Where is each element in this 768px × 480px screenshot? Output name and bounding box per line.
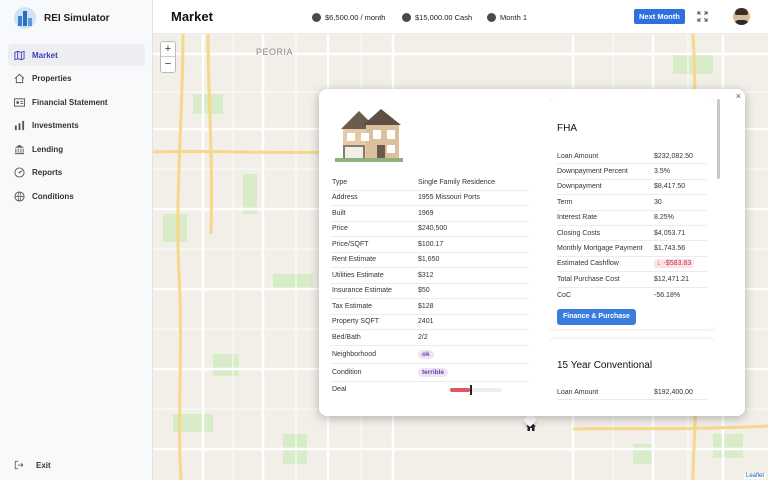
bank-icon [14, 144, 25, 154]
dollar-coin-icon [402, 13, 411, 22]
table-row: Utilities Estimate $312 [330, 268, 529, 284]
sidebar-item-lending[interactable]: Lending [8, 138, 145, 160]
table-row: Built 1969 [330, 206, 529, 222]
map-icon [14, 50, 25, 60]
financing-title: 15 Year Conventional [557, 360, 653, 371]
globe-icon [14, 190, 25, 202]
top-header: Market $6,500.00 / month $15,000.00 Cash… [153, 0, 768, 34]
sidebar-item-investments[interactable]: Investments [8, 115, 145, 137]
table-row: Tax Estimate $128 [330, 299, 529, 315]
deal-meter-fill [450, 387, 470, 392]
table-row: Type Single Family Residence [330, 175, 529, 191]
zoom-out-button[interactable]: − [161, 57, 175, 72]
sidebar-item-label: Market [32, 50, 58, 60]
current-month: Month 1 [487, 13, 527, 22]
sidebar-item-reports[interactable]: Reports [8, 162, 145, 184]
brand[interactable]: REI Simulator [14, 7, 110, 29]
sidebar-item-label: Lending [32, 144, 64, 154]
table-row: Downpayment Percent 3.5% [557, 164, 707, 180]
table-row: Monthly Mortgage Payment $1,743.56 [557, 241, 707, 257]
deal-meter [450, 384, 502, 395]
sidebar-nav: Market Properties Financial Statement In… [8, 44, 145, 209]
table-row: Interest Rate 8.25% [557, 211, 707, 226]
table-row: Loan Amount $192,400.00 [557, 385, 707, 401]
sidebar-item-market[interactable]: Market [8, 44, 145, 66]
table-row: Neighborhood ok [330, 346, 529, 364]
cash-balance: $15,000.00 Cash [402, 13, 472, 22]
clock-icon [487, 13, 496, 22]
table-row: Estimated Cashflow ↓ -$583.83 [557, 257, 707, 273]
property-details: Type Single Family Residence Address 1955 … [330, 175, 529, 398]
table-row: Condition terrible [330, 364, 529, 382]
sidebar-item-financial-statement[interactable]: Financial Statement [8, 91, 145, 113]
sidebar-item-label: Properties [32, 74, 72, 83]
avatar[interactable] [733, 8, 750, 25]
condition-badge: terrible [418, 367, 449, 377]
monthly-income: $6,500.00 / month [312, 13, 385, 22]
scrollbar[interactable] [717, 99, 720, 179]
table-row: Rent Estimate $1,650 [330, 253, 529, 268]
sidebar-item-label: Conditions [32, 191, 74, 201]
sidebar-item-properties[interactable]: Properties [8, 68, 145, 90]
cashflow-badge: ↓ -$583.83 [654, 259, 695, 269]
sidebar-item-label: Financial Statement [32, 97, 108, 107]
exit-button[interactable]: Exit [14, 460, 51, 470]
finance-purchase-button[interactable]: Finance & Purchase [557, 309, 636, 325]
financing-card-15-year: 15 Year Conventional Loan Amount $192,400… [549, 339, 715, 405]
arrow-down-icon: ↓ [657, 260, 661, 268]
house-image [333, 103, 405, 165]
monthly-income-value: $6,500.00 / month [325, 13, 386, 22]
bar-chart-icon [14, 120, 25, 131]
neighborhood-badge: ok [418, 349, 434, 359]
zoom-control: + − [160, 41, 176, 73]
table-row: Loan Amount $232,082.50 [557, 149, 707, 165]
home-icon [14, 73, 25, 84]
close-button[interactable]: × [736, 91, 741, 101]
financing-title: FHA [557, 123, 577, 134]
page-title: Market [171, 9, 213, 24]
sidebar-item-label: Investments [32, 121, 79, 130]
reports-icon [14, 167, 25, 178]
property-popup: × Type Single Family Residence Address 195… [319, 89, 745, 416]
statement-icon [14, 97, 25, 107]
exit-icon [14, 460, 24, 470]
table-row: Price $240,500 [330, 222, 529, 237]
financing-rows: Loan Amount $192,400.00 [557, 385, 707, 401]
fullscreen-icon[interactable] [697, 11, 708, 22]
table-row: Closing Costs $4,053.71 [557, 226, 707, 242]
table-row: Term 30 [557, 195, 707, 211]
exit-label: Exit [36, 460, 51, 470]
market-map[interactable]: + − PEORIA Leaflet × Type Single Family R… [153, 34, 768, 480]
table-row: Address 1955 Missouri Ports [330, 191, 529, 206]
next-month-button[interactable]: Next Month [634, 9, 685, 24]
deal-meter-marker [469, 384, 472, 395]
table-row: Downpayment $8,417.50 [557, 180, 707, 196]
cash-balance-value: $15,000.00 Cash [415, 13, 473, 22]
table-row: Total Purchase Cost $12,471.21 [557, 272, 707, 288]
cash-register-icon [312, 13, 321, 22]
city-label: PEORIA [256, 47, 294, 57]
table-row: Insurance Estimate $50 [330, 284, 529, 299]
current-month-value: Month 1 [500, 13, 528, 22]
financing-card-fha: FHA Loan Amount $232,082.50 Downpayment P… [549, 99, 715, 329]
table-row: Property SQFT 2401 [330, 315, 529, 330]
sidebar-item-conditions[interactable]: Conditions [8, 185, 145, 207]
sidebar: REI Simulator Market Properties Financia… [0, 0, 153, 480]
logo-icon [14, 7, 36, 29]
sidebar-item-label: Reports [32, 168, 63, 177]
table-row: Bed/Bath 2/2 [330, 330, 529, 346]
app-name: REI Simulator [44, 12, 110, 24]
financing-options[interactable]: FHA Loan Amount $232,082.50 Downpayment P… [549, 99, 715, 405]
table-row: CoC -56.18% [557, 291, 681, 299]
table-row: Price/SQFT $100.17 [330, 237, 529, 253]
financing-rows: Loan Amount $232,082.50 Downpayment Perce… [557, 149, 707, 303]
table-row: Deal [330, 382, 529, 398]
zoom-in-button[interactable]: + [161, 42, 175, 57]
map-attribution[interactable]: Leaflet [743, 473, 766, 479]
